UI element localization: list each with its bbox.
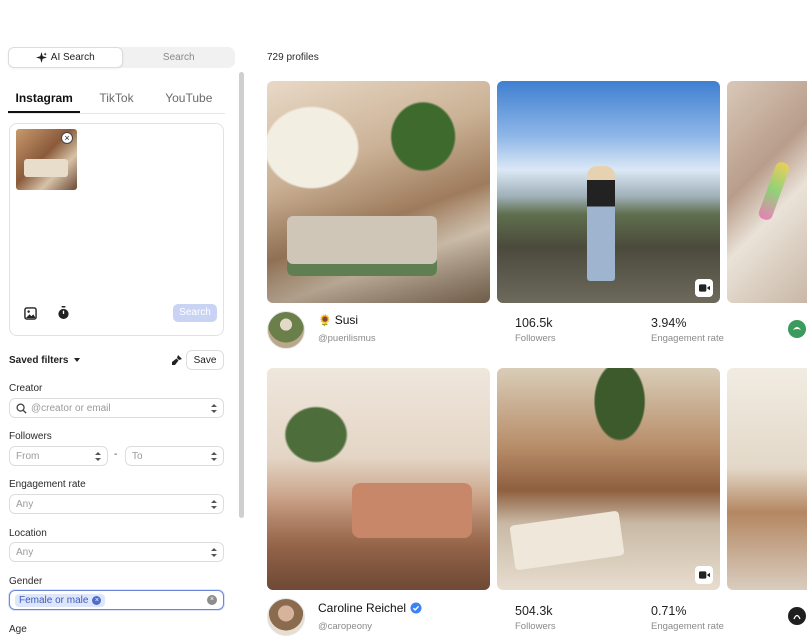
tab-tiktok[interactable]: TikTok bbox=[80, 86, 152, 113]
plain-search-label: Search bbox=[162, 52, 195, 63]
creator-name-text: Caroline Reichel bbox=[318, 601, 407, 615]
plain-search-button[interactable]: Search bbox=[123, 47, 236, 68]
search-mode-toggle: AI Search Search bbox=[8, 47, 235, 68]
image-search-button[interactable]: Search bbox=[173, 304, 217, 322]
remove-chip-icon[interactable]: × bbox=[92, 595, 102, 605]
creator-handle: @caropeony bbox=[318, 621, 373, 632]
partner-logo-icon bbox=[788, 320, 806, 338]
platform-tabs: Instagram TikTok YouTube bbox=[8, 86, 225, 114]
sort-updown-icon bbox=[211, 499, 217, 509]
sort-updown-icon bbox=[95, 451, 101, 461]
avatar[interactable] bbox=[267, 598, 305, 636]
gender-chip-label: Female or male bbox=[19, 594, 89, 606]
search-icon bbox=[16, 402, 27, 414]
creator-filter-label: Creator bbox=[9, 383, 43, 394]
video-camera-icon bbox=[695, 566, 713, 584]
creator-post-image[interactable] bbox=[497, 81, 720, 303]
engagement-rate-label: Engagement rate bbox=[651, 621, 724, 632]
followers-count: 504.3k bbox=[515, 604, 553, 618]
creator-name-text: Susi bbox=[334, 313, 359, 327]
followers-label: Followers bbox=[515, 621, 556, 632]
ai-search-label: AI Search bbox=[50, 52, 95, 63]
creator-placeholder: @creator or email bbox=[31, 402, 111, 414]
followers-count: 106.5k bbox=[515, 316, 553, 330]
clear-field-icon[interactable]: × bbox=[207, 595, 217, 605]
remove-image-icon[interactable]: × bbox=[61, 132, 73, 144]
engagement-rate-label: Engagement rate bbox=[651, 333, 724, 344]
gender-chip: Female or male × bbox=[15, 593, 106, 607]
saved-filters-dropdown[interactable]: Saved filters bbox=[9, 355, 68, 366]
creator-post-image[interactable] bbox=[267, 368, 490, 590]
creator-search-input[interactable]: @creator or email bbox=[9, 398, 224, 418]
range-separator: - bbox=[114, 449, 118, 460]
ai-search-button[interactable]: AI Search bbox=[8, 47, 123, 68]
followers-from-value: From bbox=[16, 450, 40, 462]
video-camera-icon bbox=[695, 279, 713, 297]
age-filter-label: Age bbox=[9, 624, 27, 635]
save-filters-button[interactable]: Save bbox=[186, 350, 224, 370]
creator-post-image[interactable] bbox=[267, 81, 490, 303]
partner-logo-icon bbox=[788, 607, 806, 625]
gender-select[interactable]: Female or male × × bbox=[9, 590, 224, 610]
creator-name[interactable]: 🌻 Susi bbox=[318, 313, 358, 327]
engagement-rate-value: 3.94% bbox=[651, 316, 687, 330]
sort-updown-icon bbox=[211, 547, 217, 557]
creator-name[interactable]: Caroline Reichel bbox=[318, 601, 422, 615]
image-icon[interactable] bbox=[22, 305, 38, 321]
location-value: Any bbox=[16, 546, 34, 558]
creator-name-emoji: 🌻 bbox=[318, 314, 332, 327]
timer-icon[interactable] bbox=[55, 305, 71, 321]
chevron-down-icon[interactable] bbox=[74, 358, 81, 362]
engagement-rate-value: Any bbox=[16, 498, 34, 510]
sort-updown-icon bbox=[211, 451, 217, 461]
tab-youtube[interactable]: YouTube bbox=[153, 86, 225, 113]
image-search-box[interactable]: × Search bbox=[9, 123, 224, 336]
engagement-rate-select[interactable]: Any bbox=[9, 494, 224, 514]
verified-badge-icon bbox=[410, 602, 422, 614]
followers-to-value: To bbox=[132, 450, 143, 462]
sidebar-scrollbar-thumb[interactable] bbox=[239, 72, 244, 518]
creator-post-image[interactable] bbox=[497, 368, 720, 590]
creator-handle: @puerilismus bbox=[318, 333, 376, 344]
profiles-count: 729 profiles bbox=[267, 52, 319, 63]
engagement-rate-value: 0.71% bbox=[651, 604, 687, 618]
tab-instagram[interactable]: Instagram bbox=[8, 86, 81, 113]
followers-label: Followers bbox=[515, 333, 556, 344]
location-select[interactable]: Any bbox=[9, 542, 224, 562]
saved-filters-row: Saved filters Save bbox=[9, 350, 224, 370]
avatar[interactable] bbox=[267, 311, 305, 349]
followers-from-select[interactable]: From bbox=[9, 446, 108, 466]
sort-updown-icon bbox=[211, 403, 217, 413]
creator-post-image[interactable] bbox=[727, 81, 807, 303]
engagement-filter-label: Engagement rate bbox=[9, 479, 86, 490]
followers-filter-label: Followers bbox=[9, 431, 52, 442]
clear-filters-brush-icon[interactable] bbox=[171, 353, 183, 371]
sparkle-icon bbox=[35, 52, 47, 63]
gender-filter-label: Gender bbox=[9, 576, 43, 587]
followers-to-select[interactable]: To bbox=[125, 446, 224, 466]
creator-post-image[interactable] bbox=[727, 368, 807, 590]
location-filter-label: Location bbox=[9, 528, 47, 539]
